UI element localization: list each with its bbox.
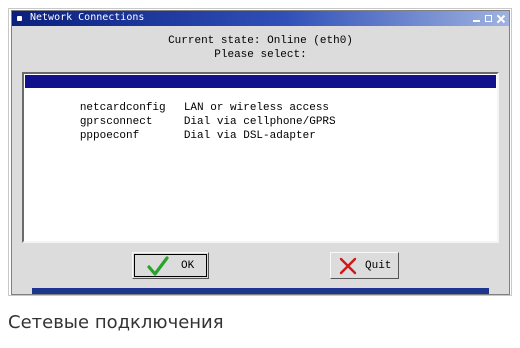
title-bar[interactable]: Network Connections (12, 11, 509, 26)
window-controls (472, 11, 505, 26)
image-caption: Сетевые подключения (8, 312, 224, 333)
ok-button-label: OK (181, 259, 195, 272)
maximize-icon[interactable] (484, 13, 493, 24)
list-item-netcardconfig[interactable]: netcardconfig LAN or wireless access (25, 89, 496, 114)
list-item-name: pppoeconf (79, 130, 140, 142)
current-state-text: Current state: Online (eth0) (168, 35, 353, 47)
list-item-modemlink[interactable]: modemlink (re)configure /dev/modem device (25, 75, 496, 100)
quit-button-label: Quit (365, 259, 392, 272)
checkmark-icon (147, 255, 169, 276)
dialog-window: Network Connections Current state: Onlin… (11, 10, 510, 295)
select-prompt-text: Please select: (214, 49, 307, 61)
status-bar-strip (32, 288, 489, 294)
list-item-gprsconnect[interactable]: gprsconnect Dial via cellphone/GPRS (25, 103, 496, 128)
list-item-description: Dial via DSL-adapter (183, 130, 316, 142)
window-menu-icon[interactable] (17, 16, 22, 21)
screenshot-frame: Network Connections Current state: Onlin… (8, 8, 512, 296)
close-icon[interactable] (496, 13, 505, 24)
list-item-pppoeconf[interactable]: pppoeconf Dial via DSL-adapter (25, 117, 496, 142)
ok-button[interactable]: OK (132, 252, 209, 279)
cross-icon (339, 257, 357, 274)
connection-list[interactable]: modemlink (re)configure /dev/modem device… (22, 72, 499, 243)
window-title: Network Connections (30, 12, 145, 23)
quit-button[interactable]: Quit (330, 252, 399, 279)
minimize-icon[interactable] (472, 13, 481, 24)
